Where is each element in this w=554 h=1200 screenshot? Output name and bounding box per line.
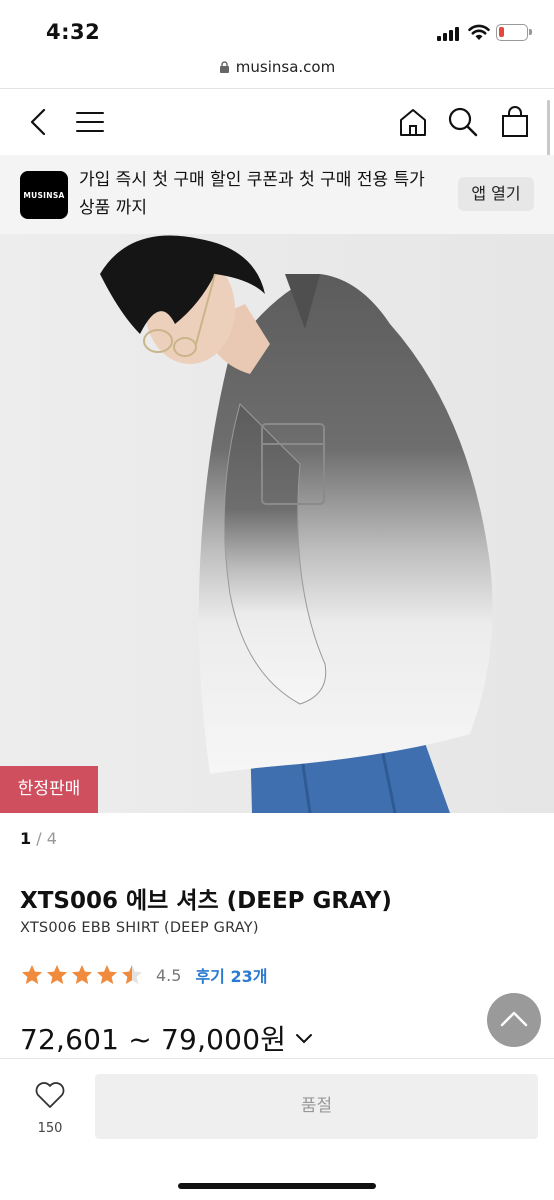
banner-message-line: 상품 까지 — [79, 198, 147, 218]
product-subtitle: XTS006 EBB SHIRT (DEEP GRAY) — [20, 920, 259, 936]
bottom-action-bar: 150 품절 — [0, 1058, 554, 1200]
home-icon[interactable] — [396, 105, 430, 139]
product-title: XTS006 에브 셔츠 (DEEP GRAY) — [20, 888, 392, 914]
like-button[interactable]: 150 — [24, 1081, 76, 1136]
image-pager: 1 / 4 — [20, 829, 57, 848]
wifi-icon — [468, 24, 490, 40]
shopping-bag-icon[interactable] — [498, 105, 532, 139]
price-text: 72,601 ~ 79,000원 — [20, 1023, 287, 1056]
rating-score: 4.5 — [156, 965, 182, 985]
app-install-banner[interactable]: MUSINSA 가입 즉시 첫 구매 할인 쿠폰과 첫 구매 전용 특가 상품 … — [0, 155, 554, 234]
banner-message: 가입 즉시 첫 구매 할인 쿠폰과 첫 구매 전용 특가 상품 까지 — [79, 166, 439, 222]
open-app-button[interactable]: 앱 열기 — [458, 177, 534, 211]
musinsa-logo: MUSINSA — [20, 171, 68, 219]
scroll-to-top-button[interactable] — [487, 993, 541, 1047]
battery-icon — [496, 24, 532, 41]
star-icon — [72, 965, 92, 984]
status-time: 4:32 — [46, 20, 101, 44]
pager-current: 1 — [20, 829, 32, 848]
pager-separator: / — [31, 829, 47, 848]
url-text: musinsa.com — [235, 58, 336, 76]
heart-icon — [35, 1082, 65, 1108]
home-indicator — [178, 1183, 376, 1189]
star-icon — [97, 965, 117, 984]
star-icon — [47, 965, 67, 984]
banner-message-line: 가입 즉시 첫 구매 할인 쿠폰과 첫 구매 전용 특가 — [79, 170, 425, 190]
cellular-signal-icon — [437, 27, 459, 41]
chevron-up-icon — [500, 1011, 528, 1027]
back-icon[interactable] — [22, 105, 56, 139]
status-bar: 4:32 — [0, 0, 554, 58]
top-navigation — [0, 89, 554, 155]
lock-icon — [219, 61, 229, 73]
star-icon — [22, 965, 42, 984]
product-photo-illustration — [0, 234, 554, 813]
product-image[interactable] — [0, 234, 554, 813]
limited-sale-badge: 한정판매 — [0, 766, 98, 813]
reviews-link[interactable]: 후기 23개 — [195, 963, 267, 987]
address-bar[interactable]: musinsa.com — [0, 58, 554, 88]
chevron-down-icon — [296, 1034, 313, 1044]
star-icon — [122, 965, 142, 984]
price-range[interactable]: 72,601 ~ 79,000원 — [20, 1018, 314, 1058]
like-count: 150 — [37, 1121, 63, 1136]
soldout-button[interactable]: 품절 — [95, 1074, 538, 1139]
star-rating — [20, 963, 144, 987]
rating-row: 4.5 후기 23개 — [20, 961, 267, 989]
pager-total: 4 — [46, 829, 57, 848]
menu-icon[interactable] — [73, 105, 107, 139]
search-icon[interactable] — [446, 105, 480, 139]
